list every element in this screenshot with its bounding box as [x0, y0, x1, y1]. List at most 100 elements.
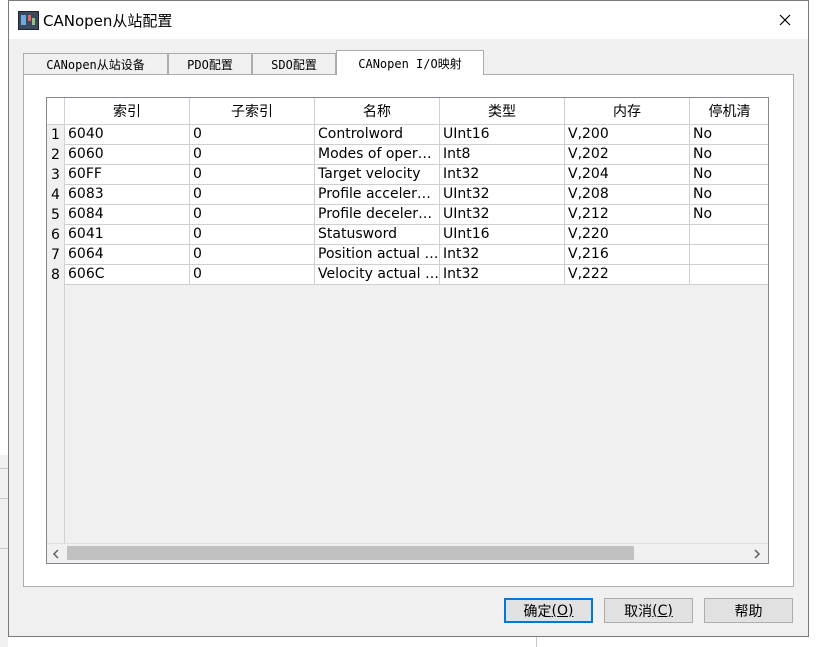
cell-memory[interactable]: V,200 — [565, 125, 690, 145]
cell-memory[interactable]: V,222 — [565, 265, 690, 285]
row-number[interactable]: 4 — [47, 185, 65, 205]
ok-label: 确定 — [523, 603, 552, 620]
tab-label: CANopen从站设备 — [46, 57, 145, 72]
title-bar[interactable]: CANopen从站配置 — [9, 1, 808, 39]
cell-type[interactable]: UInt16 — [440, 225, 565, 245]
chevron-left-icon — [52, 548, 59, 559]
cell-index[interactable]: 6060 — [65, 145, 190, 165]
cell-subindex[interactable]: 0 — [190, 185, 315, 205]
row-number[interactable]: 6 — [47, 225, 65, 245]
cell-index[interactable]: 6064 — [65, 245, 190, 265]
cell-name[interactable]: Velocity actual value — [315, 265, 440, 285]
cell-stop-clear[interactable]: No — [690, 205, 768, 225]
table-row[interactable]: 2 6060 0 Modes of operation Int8 V,202 No — [47, 145, 768, 165]
cell-memory[interactable]: V,202 — [565, 145, 690, 165]
cell-stop-clear[interactable]: No — [690, 145, 768, 165]
cell-stop-clear[interactable]: No — [690, 125, 768, 145]
table-row[interactable]: 8606C0Velocity actual valueInt32V,222 — [47, 265, 768, 285]
cell-index[interactable]: 60FF — [65, 165, 190, 185]
cell-memory[interactable]: V,208 — [565, 185, 690, 205]
row-number[interactable]: 3 — [47, 165, 65, 185]
background-window-strip — [0, 455, 8, 647]
cell-type[interactable]: Int32 — [440, 265, 565, 285]
cell-index[interactable]: 606C — [65, 265, 190, 285]
cell-type[interactable]: UInt32 — [440, 205, 565, 225]
cell-type[interactable]: Int8 — [440, 145, 565, 165]
row-number[interactable]: 7 — [47, 245, 65, 265]
cell-index[interactable]: 6041 — [65, 225, 190, 245]
tab-canopen-slave-device[interactable]: CANopen从站设备 — [23, 53, 168, 74]
tab-canopen-io-mapping[interactable]: CANopen I/O映射 — [336, 50, 484, 75]
background-divider — [0, 498, 8, 499]
cell-stop-clear[interactable] — [690, 245, 768, 265]
cell-name[interactable]: Profile deceleration — [315, 205, 440, 225]
cell-stop-clear[interactable]: No — [690, 185, 768, 205]
cell-name[interactable]: Statusword — [315, 225, 440, 245]
row-number[interactable]: 2 — [47, 145, 65, 165]
help-label: 帮助 — [734, 603, 763, 620]
table-row[interactable]: 760640Position actual valueInt32V,216 — [47, 245, 768, 265]
scroll-right-button[interactable] — [748, 544, 766, 563]
background-divider — [0, 468, 8, 469]
cell-memory[interactable]: V,216 — [565, 245, 690, 265]
cell-subindex[interactable]: 0 — [190, 205, 315, 225]
background-divider — [0, 548, 8, 549]
tab-label: PDO配置 — [187, 57, 233, 72]
tab-label: CANopen I/O映射 — [358, 56, 462, 71]
column-header-type[interactable]: 类型 — [440, 98, 565, 125]
cell-index[interactable]: 6040 — [65, 125, 190, 145]
window-title: CANopen从站配置 — [43, 12, 173, 30]
help-button[interactable]: 帮助 — [704, 598, 793, 623]
cell-stop-clear[interactable] — [690, 265, 768, 285]
cell-name[interactable]: Profile acceleration — [315, 185, 440, 205]
row-number[interactable]: 1 — [47, 125, 65, 145]
cell-type[interactable]: UInt32 — [440, 185, 565, 205]
cell-subindex[interactable]: 0 — [190, 165, 315, 185]
row-number[interactable]: 5 — [47, 205, 65, 225]
tab-pdo-config[interactable]: PDO配置 — [168, 53, 252, 74]
cell-name[interactable]: Controlword — [315, 125, 440, 145]
column-header-index[interactable]: 索引 — [65, 98, 190, 125]
table-row[interactable]: 5 6084 0 Profile deceleration UInt32 V,212 No — [47, 205, 768, 225]
scroll-left-button[interactable] — [47, 544, 65, 563]
cell-type[interactable]: Int32 — [440, 165, 565, 185]
cell-type[interactable]: Int32 — [440, 245, 565, 265]
cell-subindex[interactable]: 0 — [190, 125, 315, 145]
corner-cell — [47, 98, 65, 125]
ok-button[interactable]: 确定 (O) — [504, 598, 593, 623]
scroll-thumb[interactable] — [67, 546, 634, 560]
column-header-subindex[interactable]: 子索引 — [190, 98, 315, 125]
cell-name[interactable]: Modes of operation — [315, 145, 440, 165]
cell-index[interactable]: 6084 — [65, 205, 190, 225]
background-divider — [536, 637, 537, 647]
tab-sdo-config[interactable]: SDO配置 — [252, 53, 336, 74]
canopen-slave-config-dialog: CANopen从站配置 CANopen从站设备 PDO配置 SDO配置 CANo… — [8, 0, 809, 637]
column-header-name[interactable]: 名称 — [315, 98, 440, 125]
cancel-accelerator: (C) — [652, 602, 673, 619]
cell-stop-clear[interactable] — [690, 225, 768, 245]
cell-name[interactable]: Target velocity — [315, 165, 440, 185]
cell-subindex[interactable]: 0 — [190, 265, 315, 285]
cell-memory[interactable]: V,212 — [565, 205, 690, 225]
table-row[interactable]: 3 60FF 0 Target velocity Int32 V,204 No — [47, 165, 768, 185]
io-mapping-table: 索引 子索引 名称 类型 内存 停机清 1 6040 0 Controlword UIn… — [46, 97, 769, 564]
table-row[interactable]: 4 6083 0 Profile acceleration UInt32 V,208 No — [47, 185, 768, 205]
cancel-button[interactable]: 取消 (C) — [604, 598, 693, 623]
horizontal-scrollbar[interactable] — [47, 543, 768, 563]
row-number[interactable]: 8 — [47, 265, 65, 285]
cell-memory[interactable]: V,204 — [565, 165, 690, 185]
table-row[interactable]: 1 6040 0 Controlword UInt16 V,200 No — [47, 125, 768, 145]
column-header-memory[interactable]: 内存 — [565, 98, 690, 125]
table-row[interactable]: 6 6041 0 Statusword UInt16 V,220 — [47, 225, 768, 245]
cell-stop-clear[interactable]: No — [690, 165, 768, 185]
cell-subindex[interactable]: 0 — [190, 245, 315, 265]
cell-type[interactable]: UInt16 — [440, 125, 565, 145]
close-button[interactable] — [762, 1, 808, 39]
ok-accelerator: (O) — [551, 602, 574, 619]
cell-memory[interactable]: V,220 — [565, 225, 690, 245]
cell-subindex[interactable]: 0 — [190, 225, 315, 245]
column-header-stop-clear[interactable]: 停机清 — [690, 98, 768, 125]
cell-index[interactable]: 6083 — [65, 185, 190, 205]
cell-subindex[interactable]: 0 — [190, 145, 315, 165]
cell-name[interactable]: Position actual value — [315, 245, 440, 265]
